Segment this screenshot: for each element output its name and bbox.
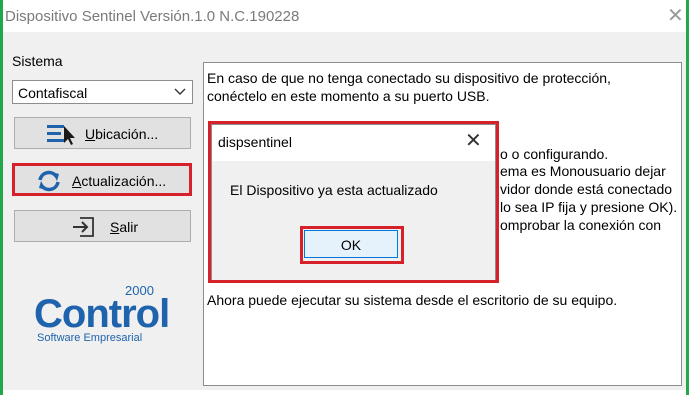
chevron-down-icon <box>174 88 186 95</box>
highlight-actualizacion <box>12 163 192 196</box>
bottom-strip <box>3 390 686 395</box>
instruction-line: ema es Monousuario dejar <box>500 163 666 179</box>
highlight-ok-button <box>300 226 404 264</box>
ubicacion-button[interactable]: Ubicación... <box>14 117 191 149</box>
logo-main: Control <box>34 292 170 336</box>
sistema-combo[interactable]: Contafiscal <box>12 80 193 104</box>
salir-label: Salir <box>110 219 139 235</box>
instruction-line: Ahora puede ejecutar su sistema desde el… <box>207 292 618 308</box>
instruction-line: vidor donde está conectado <box>500 181 673 197</box>
location-list-icon <box>47 125 75 145</box>
sistema-label: Sistema <box>12 53 63 69</box>
control-2000-logo: 2000 Control Software Empresarial <box>27 280 187 350</box>
instruction-line: omprobar la conexión con <box>500 217 662 233</box>
instruction-line: o o configurando. <box>500 146 609 162</box>
salir-button[interactable]: Salir <box>14 210 191 242</box>
close-icon[interactable]: ✕ <box>667 6 684 26</box>
logo-subtitle: Software Empresarial <box>37 332 143 344</box>
sentinel-window: Dispositivo Sentinel Versión.1.0 N.C.190… <box>0 0 689 395</box>
instruction-line: En caso de que no tenga conectado su dis… <box>207 70 611 86</box>
combo-value: Contafiscal <box>18 85 88 101</box>
exit-icon <box>73 217 94 237</box>
window-title: Dispositivo Sentinel Versión.1.0 N.C.190… <box>5 8 300 25</box>
title-bar: Dispositivo Sentinel Versión.1.0 N.C.190… <box>3 0 686 32</box>
ubicacion-label: Ubicación... <box>85 126 159 142</box>
instruction-line: conéctelo en este momento a su puerto US… <box>207 88 490 104</box>
instruction-line: lo sea IP fija y presione OK). <box>500 199 678 215</box>
